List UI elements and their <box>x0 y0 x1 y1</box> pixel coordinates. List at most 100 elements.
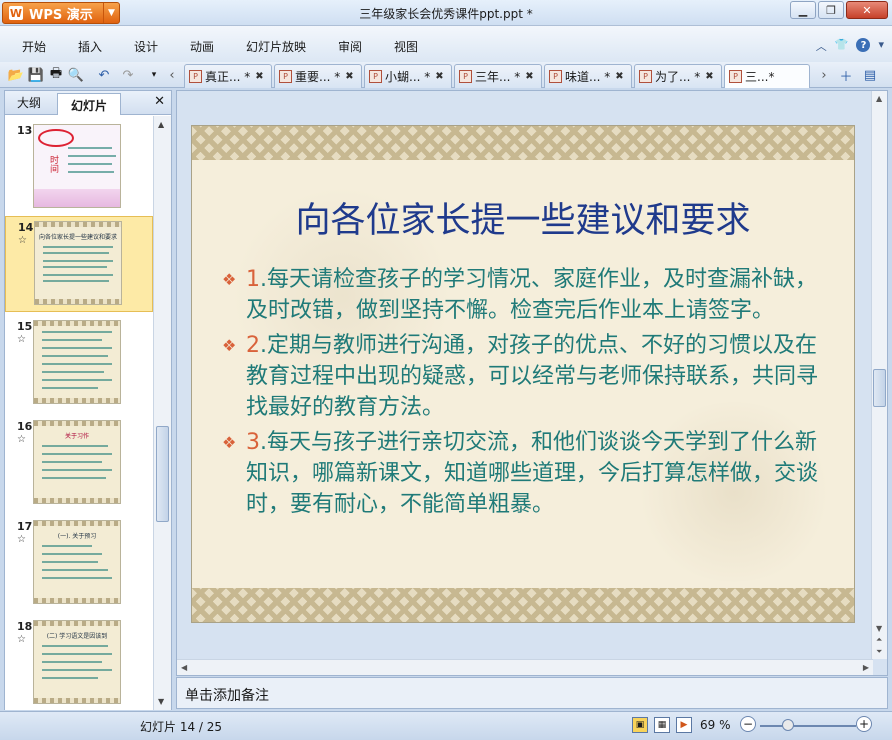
scroll-left-icon[interactable]: ◀ <box>181 663 187 672</box>
menu-view[interactable]: 视图 <box>394 38 418 55</box>
editor-horizontal-scrollbar[interactable]: ◀ ▶ <box>177 659 873 675</box>
minimize-button[interactable]: ▁ <box>790 1 816 19</box>
editor-vertical-scrollbar[interactable]: ▲ ▼ ⏶ ⏷ <box>871 91 887 659</box>
slides-panel: 大纲 幻灯片 ✕ 13 时间 14 ☆ 向各位家长提一些建议和要求 15 ☆ 1… <box>4 90 172 710</box>
close-tab-icon[interactable]: ✖ <box>525 71 533 82</box>
close-tab-icon[interactable]: ✖ <box>435 71 443 82</box>
menu-review[interactable]: 审阅 <box>338 38 362 55</box>
normal-view-icon[interactable]: ▣ <box>632 717 648 733</box>
slide-border-bottom <box>192 588 854 622</box>
slide-thumbnail-18[interactable]: 18 ☆ (二) 学习语文是因该到 <box>5 616 153 710</box>
thumbnail-image: 向各位家长提一些建议和要求 <box>34 221 122 305</box>
customize-toolbar-icon[interactable]: ▾ <box>146 67 162 83</box>
quick-toolbar: 📂 💾 🖶 🔍 ↶ ↷ ▾ ‹ P 真正... * ✖ P 重要... * ✖ … <box>0 62 892 88</box>
menu-design[interactable]: 设计 <box>134 38 158 55</box>
slideshow-view-icon[interactable]: ▶ <box>676 717 692 733</box>
scroll-right-icon[interactable]: ▶ <box>863 663 869 672</box>
help-icon[interactable]: ? <box>856 38 871 52</box>
slide-border-top <box>192 126 854 160</box>
open-icon[interactable]: 📂 <box>8 67 24 83</box>
bullet-item: ❖ 2.定期与教师进行沟通，对孩子的优点、不好的习惯以及在教育过程中出现的疑惑，… <box>222 333 819 420</box>
slide-title[interactable]: 向各位家长提一些建议和要求 <box>192 192 854 243</box>
undo-icon[interactable]: ↶ <box>96 67 112 83</box>
doc-tab-4[interactable]: P 三年... * ✖ <box>454 64 542 88</box>
notes-pane[interactable]: 单击添加备注 <box>176 677 888 709</box>
menu-slideshow[interactable]: 幻灯片放映 <box>246 38 306 55</box>
slide-thumbnail-17[interactable]: 17 ☆ (一). 关于预习 <box>5 516 153 612</box>
ppt-file-icon: P <box>729 70 742 83</box>
current-slide[interactable]: 向各位家长提一些建议和要求 ❖ 1.每天请检查孩子的学习情况、家庭作业，及时查漏… <box>191 125 855 623</box>
doc-tab-2[interactable]: P 重要... * ✖ <box>274 64 362 88</box>
scroll-down-icon[interactable]: ▼ <box>158 697 164 706</box>
new-tab-icon[interactable]: ＋ <box>838 67 854 85</box>
zoom-slider[interactable] <box>760 725 856 727</box>
slide-thumbnail-15[interactable]: 15 ☆ <box>5 316 153 412</box>
slide-editor: 向各位家长提一些建议和要求 ❖ 1.每天请检查孩子的学习情况、家庭作业，及时查漏… <box>176 90 888 676</box>
tab-slides[interactable]: 幻灯片 <box>57 93 121 115</box>
next-slide-icon[interactable]: ⏷ <box>876 647 882 657</box>
animation-star-icon: ☆ <box>17 334 26 345</box>
doc-tab-active[interactable]: P 三...* <box>724 64 810 88</box>
ppt-file-icon: P <box>369 70 382 83</box>
save-icon[interactable]: 💾 <box>28 67 44 83</box>
print-icon[interactable]: 🖶 <box>48 66 64 83</box>
close-tab-icon[interactable]: ✖ <box>345 71 353 82</box>
menu-start[interactable]: 开始 <box>22 38 46 55</box>
bullet-diamond-icon: ❖ <box>222 433 237 452</box>
ppt-file-icon: P <box>549 70 562 83</box>
close-tab-icon[interactable]: ✖ <box>255 71 263 82</box>
close-button[interactable]: ✕ <box>846 1 888 19</box>
ppt-file-icon: P <box>639 70 652 83</box>
previous-slide-icon[interactable]: ⏶ <box>876 635 882 645</box>
menu-animation[interactable]: 动画 <box>190 38 214 55</box>
slide-bullet-list[interactable]: ❖ 1.每天请检查孩子的学习情况、家庭作业，及时查漏补缺，及时改错，做到坚持不懈… <box>222 264 822 524</box>
doc-tab-3[interactable]: P 小蝴... * ✖ <box>364 64 452 88</box>
slide-thumbnail-14[interactable]: 14 ☆ 向各位家长提一些建议和要求 <box>5 216 153 312</box>
close-tab-icon[interactable]: ✖ <box>615 71 623 82</box>
close-panel-icon[interactable]: ✕ <box>154 94 165 109</box>
restore-button[interactable]: ❐ <box>818 1 844 19</box>
zoom-in-icon[interactable]: + <box>856 716 872 732</box>
slide-thumbnail-13[interactable]: 13 时间 <box>5 120 153 216</box>
slide-sorter-view-icon[interactable]: ▦ <box>654 717 670 733</box>
animation-star-icon: ☆ <box>17 534 26 545</box>
doc-tab-5[interactable]: P 味道... * ✖ <box>544 64 632 88</box>
slide-counter: 幻灯片 14 / 25 <box>140 720 223 734</box>
thumbnail-scrollbar[interactable]: ▲ ▼ <box>153 116 171 710</box>
window-title: 三年级家长会优秀课件ppt.ppt * <box>359 7 533 21</box>
ppt-file-icon: P <box>189 70 202 83</box>
zoom-out-icon[interactable]: − <box>740 716 756 732</box>
chevron-down-icon[interactable]: ▾ <box>878 38 884 54</box>
tab-outline[interactable]: 大纲 <box>17 94 41 111</box>
scrollbar-thumb[interactable] <box>156 426 169 522</box>
scroll-up-icon[interactable]: ▲ <box>876 94 882 103</box>
slide-thumbnail-16[interactable]: 16 ☆ 关于习作 <box>5 416 153 512</box>
tab-scroll-left-icon[interactable]: ‹ <box>164 67 180 83</box>
panel-tabs: 大纲 幻灯片 ✕ <box>5 91 171 115</box>
menu-insert[interactable]: 插入 <box>78 38 102 55</box>
doc-tab-6[interactable]: P 为了... * ✖ <box>634 64 722 88</box>
thumbnail-image <box>33 320 121 404</box>
title-bar: W WPS 演示 ▼ 三年级家长会优秀课件ppt.ppt * ▁ ❐ ✕ <box>0 0 892 26</box>
close-tab-icon[interactable]: ✖ <box>705 71 713 82</box>
print-preview-icon[interactable]: 🔍 <box>68 67 84 83</box>
animation-star-icon: ☆ <box>18 235 27 246</box>
scroll-up-icon[interactable]: ▲ <box>158 120 164 129</box>
ppt-file-icon: P <box>459 70 472 83</box>
ribbon-collapse-icon[interactable]: ︿ <box>816 38 827 54</box>
tab-list-icon[interactable]: ▤ <box>862 67 878 83</box>
thumbnail-image: 时间 <box>33 124 121 208</box>
doc-tab-1[interactable]: P 真正... * ✖ <box>184 64 272 88</box>
redo-icon[interactable]: ↷ <box>120 67 136 83</box>
skin-icon[interactable]: 👕 <box>835 38 849 54</box>
thumbnail-image: (一). 关于预习 <box>33 520 121 604</box>
bullet-diamond-icon: ❖ <box>222 270 237 289</box>
zoom-level: 69 % <box>700 718 731 732</box>
bullet-diamond-icon: ❖ <box>222 336 237 355</box>
tab-scroll-right-icon[interactable]: › <box>816 67 832 83</box>
animation-star-icon: ☆ <box>17 434 26 445</box>
zoom-slider-knob[interactable] <box>782 719 794 731</box>
scroll-down-icon[interactable]: ▼ <box>876 624 882 633</box>
bullet-item: ❖ 3.每天与孩子进行亲切交流，和他们谈谈今天学到了什么新知识，哪篇新课文，知道… <box>222 430 819 517</box>
scrollbar-thumb[interactable] <box>873 369 886 407</box>
